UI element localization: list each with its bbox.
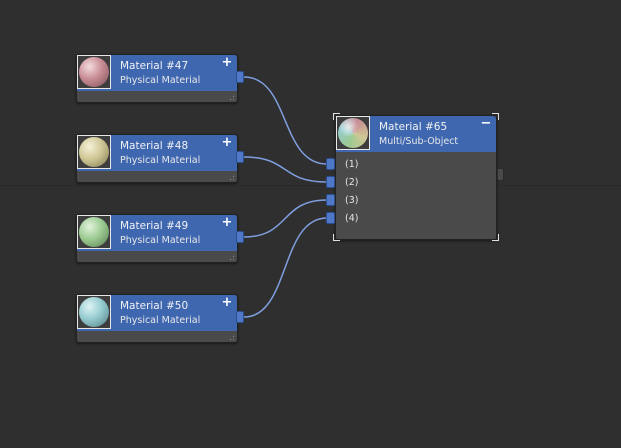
resize-grip-icon[interactable] <box>228 336 235 341</box>
input-port-3[interactable] <box>326 194 335 206</box>
input-port-1[interactable] <box>326 158 335 170</box>
node-title: Material #50 <box>120 300 189 312</box>
wire-50-to-slot-4 <box>243 217 328 318</box>
resize-grip-icon[interactable] <box>228 256 235 261</box>
material-preview[interactable] <box>336 116 370 150</box>
material-node-48[interactable]: Material #48 Physical Material + <box>76 134 238 183</box>
wire-47-to-slot-1 <box>243 76 328 165</box>
node-title: Material #65 <box>379 121 448 133</box>
node-subtitle: Multi/Sub-Object <box>379 136 459 147</box>
slot-label: (1) <box>345 159 359 170</box>
selection-corner <box>492 234 499 241</box>
canvas-guide-line <box>0 185 621 186</box>
input-port-2[interactable] <box>326 176 335 188</box>
multi-sphere-icon <box>338 118 368 148</box>
material-node-49[interactable]: Material #49 Physical Material + <box>76 214 238 263</box>
output-port[interactable] <box>236 71 244 83</box>
resize-grip-icon[interactable] <box>228 96 235 101</box>
material-node-47[interactable]: Material #47 Physical Material + <box>76 54 238 103</box>
sphere-icon <box>79 297 109 327</box>
node-title: Material #49 <box>120 220 189 232</box>
node-subtitle: Physical Material <box>120 75 201 86</box>
node-subtitle: Physical Material <box>120 155 201 166</box>
slot-label: (2) <box>345 177 359 188</box>
selection-corner <box>333 113 340 120</box>
expand-button[interactable]: + <box>221 296 233 309</box>
wire-49-to-slot-3 <box>243 199 328 238</box>
node-subtitle: Physical Material <box>120 235 201 246</box>
output-port[interactable] <box>497 168 504 181</box>
output-port[interactable] <box>236 151 244 163</box>
expand-button[interactable]: + <box>221 136 233 149</box>
multi-sub-object-node[interactable]: Material #65 Multi/Sub-Object − (1) (2) … <box>335 115 497 240</box>
output-port[interactable] <box>236 231 244 243</box>
input-port-4[interactable] <box>326 212 335 224</box>
wire-48-to-slot-2 <box>243 156 328 183</box>
sphere-icon <box>79 57 109 87</box>
output-port[interactable] <box>236 311 244 323</box>
selection-corner <box>492 113 499 120</box>
sphere-icon <box>79 217 109 247</box>
selection-corner <box>333 234 340 241</box>
node-subtitle: Physical Material <box>120 315 201 326</box>
node-title: Material #47 <box>120 60 189 72</box>
material-preview[interactable] <box>77 55 111 89</box>
collapse-button[interactable]: − <box>480 117 492 130</box>
node-title: Material #48 <box>120 140 189 152</box>
material-preview[interactable] <box>77 215 111 249</box>
slot-label: (4) <box>345 213 359 224</box>
expand-button[interactable]: + <box>221 216 233 229</box>
material-node-50[interactable]: Material #50 Physical Material + <box>76 294 238 343</box>
expand-button[interactable]: + <box>221 56 233 69</box>
slot-label: (3) <box>345 195 359 206</box>
resize-grip-icon[interactable] <box>228 176 235 181</box>
material-preview[interactable] <box>77 135 111 169</box>
material-preview[interactable] <box>77 295 111 329</box>
sphere-icon <box>79 137 109 167</box>
